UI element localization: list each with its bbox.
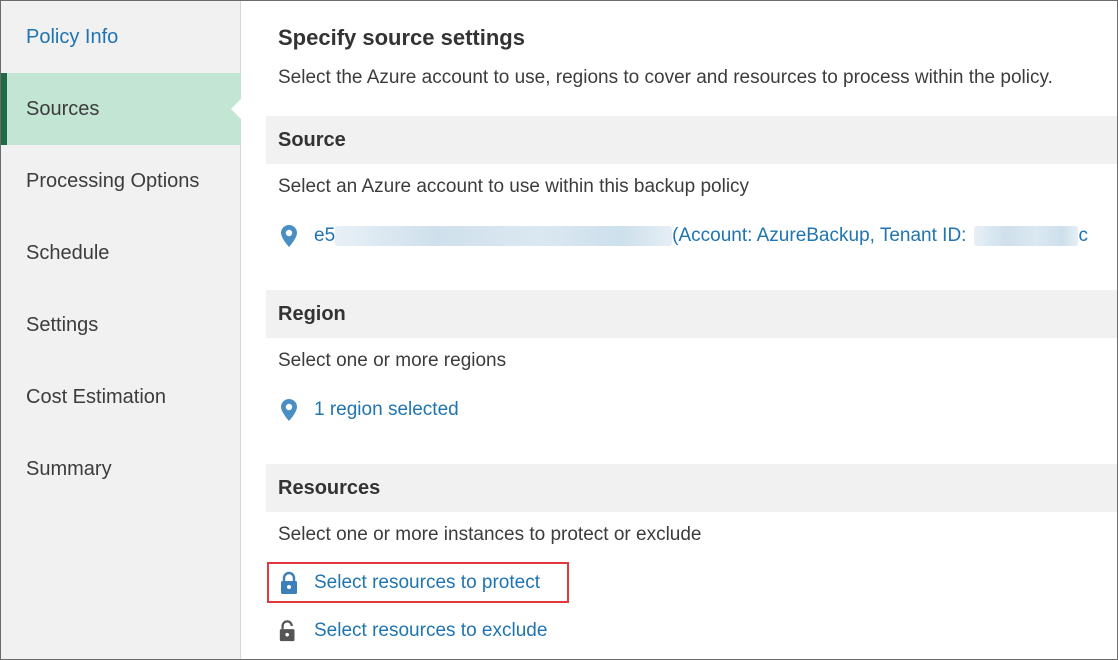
sidebar-item-label: Summary <box>26 457 112 480</box>
region-header-label: Region <box>278 302 346 325</box>
sidebar-item-label: Settings <box>26 313 99 336</box>
resources-header-label: Resources <box>278 476 381 499</box>
select-resources-to-exclude-link[interactable]: Select resources to exclude <box>278 616 547 646</box>
page-description: Select the Azure account to use, regions… <box>278 67 1053 88</box>
sidebar-item-schedule[interactable]: Schedule <box>1 217 241 289</box>
tenant-id-redacted <box>974 226 1079 246</box>
protect-link-label: Select resources to protect <box>314 572 540 593</box>
sidebar-item-sources[interactable]: Sources <box>1 73 241 145</box>
account-details: (Account: AzureBackup, Tenant ID: <box>672 225 967 246</box>
unlock-icon <box>278 619 300 643</box>
page-title: Specify source settings <box>278 25 525 50</box>
account-name-prefix: e5 <box>314 225 336 246</box>
source-section-header: Source <box>266 116 1117 164</box>
sidebar-item-summary[interactable]: Summary <box>1 433 241 505</box>
sidebar-item-label: Sources <box>26 97 100 120</box>
main-panel: Specify source settings Select the Azure… <box>241 1 1117 659</box>
lock-icon <box>278 571 300 595</box>
account-details-suffix: c <box>1078 225 1088 246</box>
region-section-header: Region <box>266 290 1117 338</box>
regions-link-label: 1 region selected <box>314 399 459 420</box>
exclude-link-label: Select resources to exclude <box>314 620 548 641</box>
policy-wizard-window: Policy Info Sources Processing Options S… <box>0 0 1118 660</box>
source-instruction: Select an Azure account to use within th… <box>278 176 750 197</box>
region-instruction: Select one or more regions <box>278 350 507 371</box>
location-pin-icon <box>278 398 300 422</box>
sidebar-item-label: Policy Info <box>26 25 119 48</box>
source-header-label: Source <box>278 128 346 151</box>
sidebar-item-label: Schedule <box>26 241 110 264</box>
wizard-sidebar: Policy Info Sources Processing Options S… <box>1 1 241 659</box>
account-name-redacted <box>335 226 673 246</box>
azure-account-link[interactable]: e5 (Account: AzureBackup, Tenant ID: c <box>278 221 1088 251</box>
sidebar-item-cost-estimation[interactable]: Cost Estimation <box>1 361 241 433</box>
sidebar-item-settings[interactable]: Settings <box>1 289 241 361</box>
sidebar-item-processing-options[interactable]: Processing Options <box>1 145 241 217</box>
sidebar-item-policy-info[interactable]: Policy Info <box>1 1 241 73</box>
regions-link[interactable]: 1 region selected <box>278 395 459 425</box>
resources-section-header: Resources <box>266 464 1117 512</box>
sidebar-item-label: Processing Options <box>26 169 200 192</box>
select-resources-to-protect-link[interactable]: Select resources to protect <box>278 568 540 598</box>
resources-instruction: Select one or more instances to protect … <box>278 524 702 545</box>
sidebar-item-label: Cost Estimation <box>26 385 167 408</box>
location-pin-icon <box>278 224 300 248</box>
